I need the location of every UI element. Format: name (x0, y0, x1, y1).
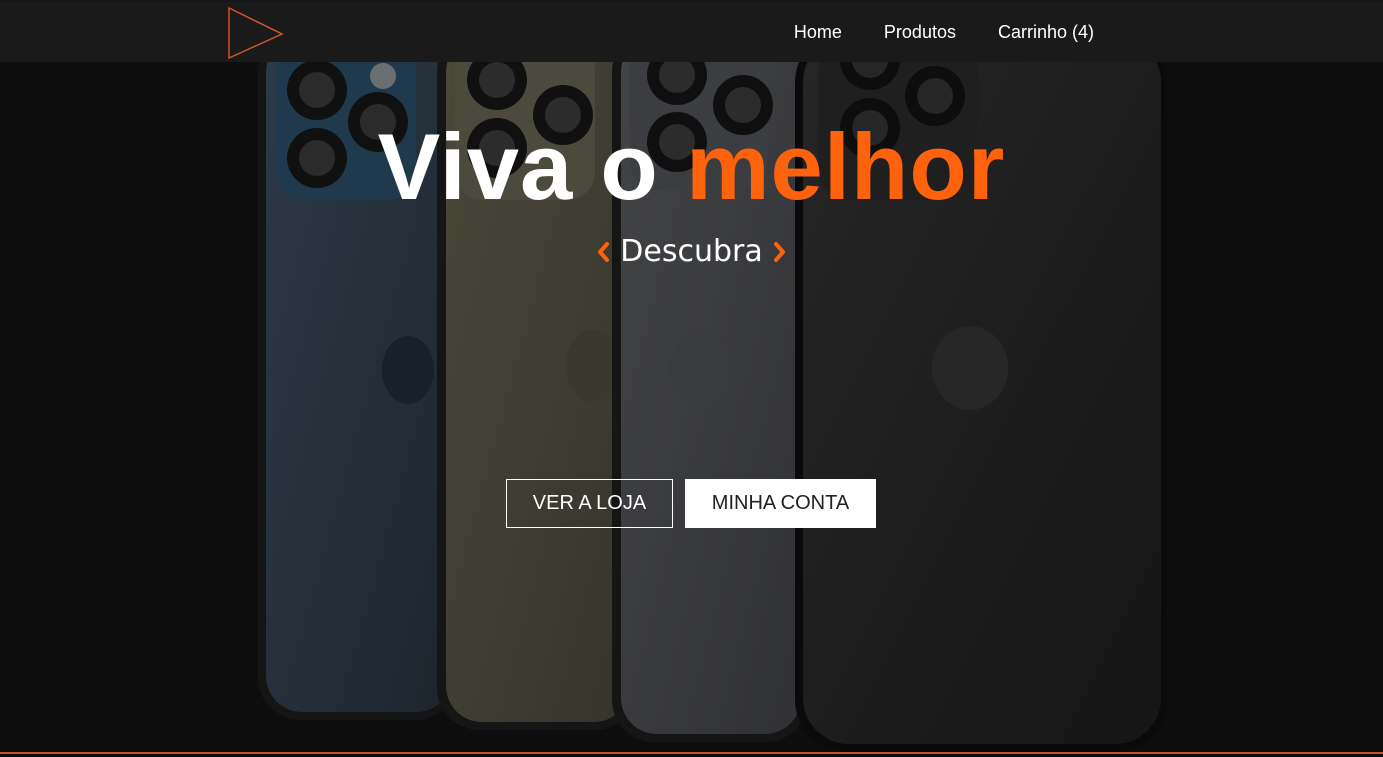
chevron-right-icon[interactable] (772, 241, 788, 263)
hero-title: Viva o melhor (0, 112, 1383, 222)
nav-link-home[interactable]: Home (794, 22, 842, 43)
page: Home Produtos Carrinho (4) Viva o melhor… (0, 0, 1383, 757)
nav-link-carrinho[interactable]: Carrinho (4) (998, 22, 1094, 43)
hero-title-part1: Viva o (377, 114, 686, 219)
play-triangle-icon[interactable] (226, 6, 284, 60)
navbar: Home Produtos Carrinho (4) (0, 0, 1383, 62)
my-account-button[interactable]: MINHA CONTA (685, 479, 876, 528)
chevron-left-icon[interactable] (595, 241, 611, 263)
nav-link-produtos[interactable]: Produtos (884, 22, 956, 43)
bottom-divider (0, 752, 1383, 754)
hero-title-accent: melhor (685, 114, 1006, 219)
discover-carousel-control: Descubra (0, 234, 1383, 269)
discover-label: Descubra (620, 234, 763, 269)
nav-links: Home Produtos Carrinho (4) (752, 2, 1094, 62)
view-store-button[interactable]: VER A LOJA (506, 479, 673, 528)
